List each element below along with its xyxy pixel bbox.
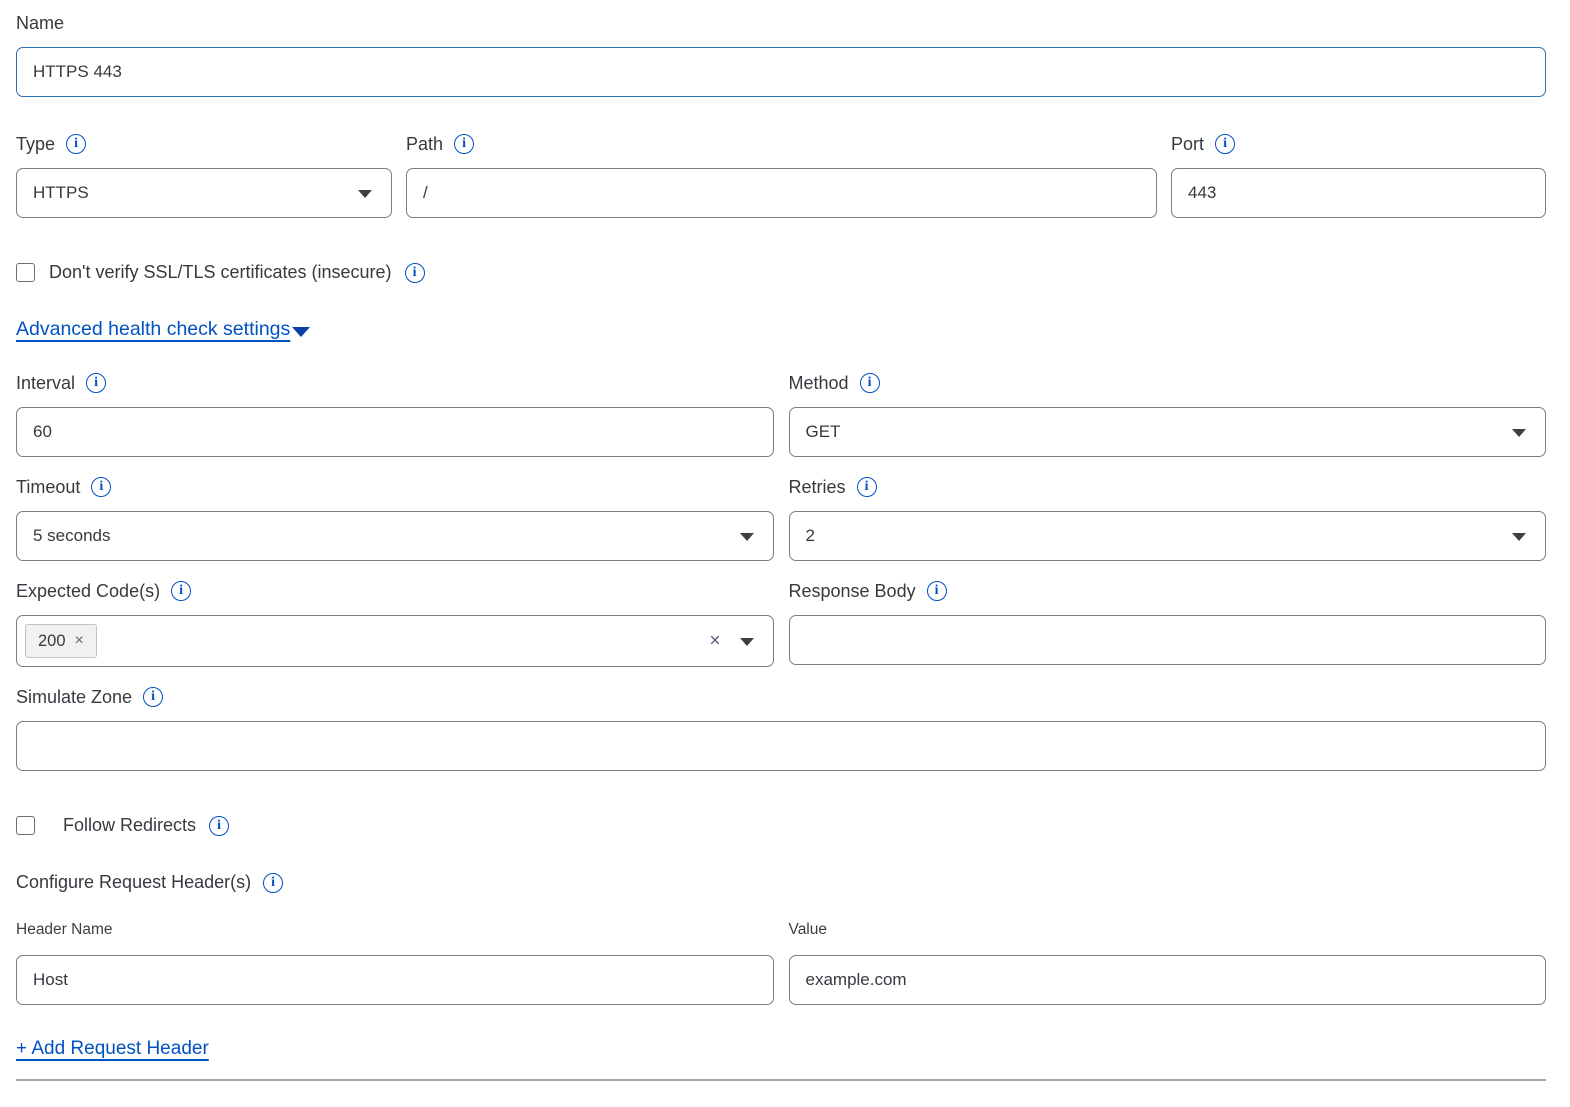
simulate-zone-label: Simulate Zone i: [16, 686, 1546, 708]
port-label: Port i: [1171, 133, 1546, 155]
retries-label: Retries i: [789, 476, 1547, 498]
simulate-zone-label-text: Simulate Zone: [16, 686, 132, 708]
timeout-select-value: 5 seconds: [33, 526, 111, 546]
name-label: Name: [16, 12, 1546, 34]
simulate-zone-row: Simulate Zone i: [16, 686, 1546, 771]
response-body-field: Response Body i: [789, 580, 1547, 667]
info-icon[interactable]: i: [1215, 134, 1235, 154]
type-select-value: HTTPS: [33, 183, 89, 203]
header-value-field: Value: [789, 920, 1547, 1005]
name-label-text: Name: [16, 12, 64, 34]
type-label-text: Type: [16, 133, 55, 155]
header-row: Header Name Value: [16, 920, 1546, 1005]
section-divider: [16, 1079, 1546, 1081]
type-field: Type i HTTPS: [16, 133, 392, 218]
chevron-down-icon: [358, 190, 372, 198]
path-field: Path i: [406, 133, 1157, 218]
info-icon[interactable]: i: [927, 581, 947, 601]
port-label-text: Port: [1171, 133, 1204, 155]
header-value-label: Value: [789, 920, 1547, 939]
add-header-row: + Add Request Header: [16, 1038, 1546, 1060]
interval-input[interactable]: [16, 407, 774, 457]
expected-codes-field: Expected Code(s) i 200 × ×: [16, 580, 774, 667]
info-icon[interactable]: i: [860, 373, 880, 393]
interval-method-row: Interval i Method i GET: [16, 372, 1546, 457]
header-name-label: Header Name: [16, 920, 774, 939]
ssl-verify-checkbox[interactable]: [16, 263, 35, 282]
info-icon[interactable]: i: [857, 477, 877, 497]
add-request-header-link[interactable]: + Add Request Header: [16, 1038, 209, 1059]
header-value-input[interactable]: [789, 955, 1547, 1005]
info-icon[interactable]: i: [66, 134, 86, 154]
method-field: Method i GET: [789, 372, 1547, 457]
chevron-down-icon[interactable]: [740, 638, 754, 646]
expected-codes-multiselect[interactable]: 200 × ×: [16, 615, 774, 667]
code-chip-text: 200: [38, 632, 66, 651]
path-input[interactable]: [406, 168, 1157, 218]
port-input[interactable]: [1171, 168, 1546, 218]
timeout-retries-row: Timeout i 5 seconds Retries i 2: [16, 476, 1546, 561]
interval-label: Interval i: [16, 372, 774, 394]
method-select[interactable]: GET: [789, 407, 1547, 457]
response-body-label: Response Body i: [789, 580, 1547, 602]
info-icon[interactable]: i: [263, 873, 283, 893]
request-headers-title: Configure Request Header(s): [16, 872, 251, 893]
info-icon[interactable]: i: [171, 581, 191, 601]
code-chip: 200 ×: [25, 624, 97, 658]
retries-field: Retries i 2: [789, 476, 1547, 561]
interval-field: Interval i: [16, 372, 774, 457]
method-select-value: GET: [806, 422, 841, 442]
info-icon[interactable]: i: [143, 687, 163, 707]
timeout-label: Timeout i: [16, 476, 774, 498]
chip-remove-icon[interactable]: ×: [75, 632, 84, 650]
method-label: Method i: [789, 372, 1547, 394]
advanced-settings-row: Advanced health check settings: [16, 318, 1546, 341]
info-icon[interactable]: i: [209, 816, 229, 836]
retries-label-text: Retries: [789, 476, 846, 498]
follow-redirects-row: Follow Redirects i: [16, 815, 1546, 836]
retries-select[interactable]: 2: [789, 511, 1547, 561]
chevron-down-icon: [1512, 429, 1526, 437]
type-label: Type i: [16, 133, 392, 155]
expected-codes-label-text: Expected Code(s): [16, 580, 160, 602]
follow-redirects-checkbox[interactable]: [16, 816, 35, 835]
type-select[interactable]: HTTPS: [16, 168, 392, 218]
clear-all-icon[interactable]: ×: [709, 632, 720, 651]
info-icon[interactable]: i: [405, 263, 425, 283]
follow-redirects-label: Follow Redirects: [63, 815, 196, 836]
info-icon[interactable]: i: [454, 134, 474, 154]
simulate-zone-input[interactable]: [16, 721, 1546, 771]
request-headers-title-row: Configure Request Header(s) i: [16, 872, 1546, 893]
response-body-input[interactable]: [789, 615, 1547, 665]
type-path-port-row: Type i HTTPS Path i Port i: [16, 133, 1546, 218]
codes-body-row: Expected Code(s) i 200 × × Response Body…: [16, 580, 1546, 667]
timeout-field: Timeout i 5 seconds: [16, 476, 774, 561]
chevron-down-icon: [292, 327, 310, 337]
port-field: Port i: [1171, 133, 1546, 218]
advanced-settings-link[interactable]: Advanced health check settings: [16, 318, 290, 341]
ssl-verify-row: Don't verify SSL/TLS certificates (insec…: [16, 262, 1546, 283]
name-input[interactable]: [16, 47, 1546, 97]
timeout-label-text: Timeout: [16, 476, 80, 498]
header-name-input[interactable]: [16, 955, 774, 1005]
path-label: Path i: [406, 133, 1157, 155]
header-name-field: Header Name: [16, 920, 774, 1005]
retries-select-value: 2: [806, 526, 815, 546]
path-label-text: Path: [406, 133, 443, 155]
method-label-text: Method: [789, 372, 849, 394]
interval-label-text: Interval: [16, 372, 75, 394]
chevron-down-icon: [1512, 533, 1526, 541]
info-icon[interactable]: i: [86, 373, 106, 393]
chevron-down-icon: [740, 533, 754, 541]
ssl-verify-label: Don't verify SSL/TLS certificates (insec…: [49, 262, 392, 283]
timeout-select[interactable]: 5 seconds: [16, 511, 774, 561]
expected-codes-label: Expected Code(s) i: [16, 580, 774, 602]
info-icon[interactable]: i: [91, 477, 111, 497]
response-body-label-text: Response Body: [789, 580, 916, 602]
